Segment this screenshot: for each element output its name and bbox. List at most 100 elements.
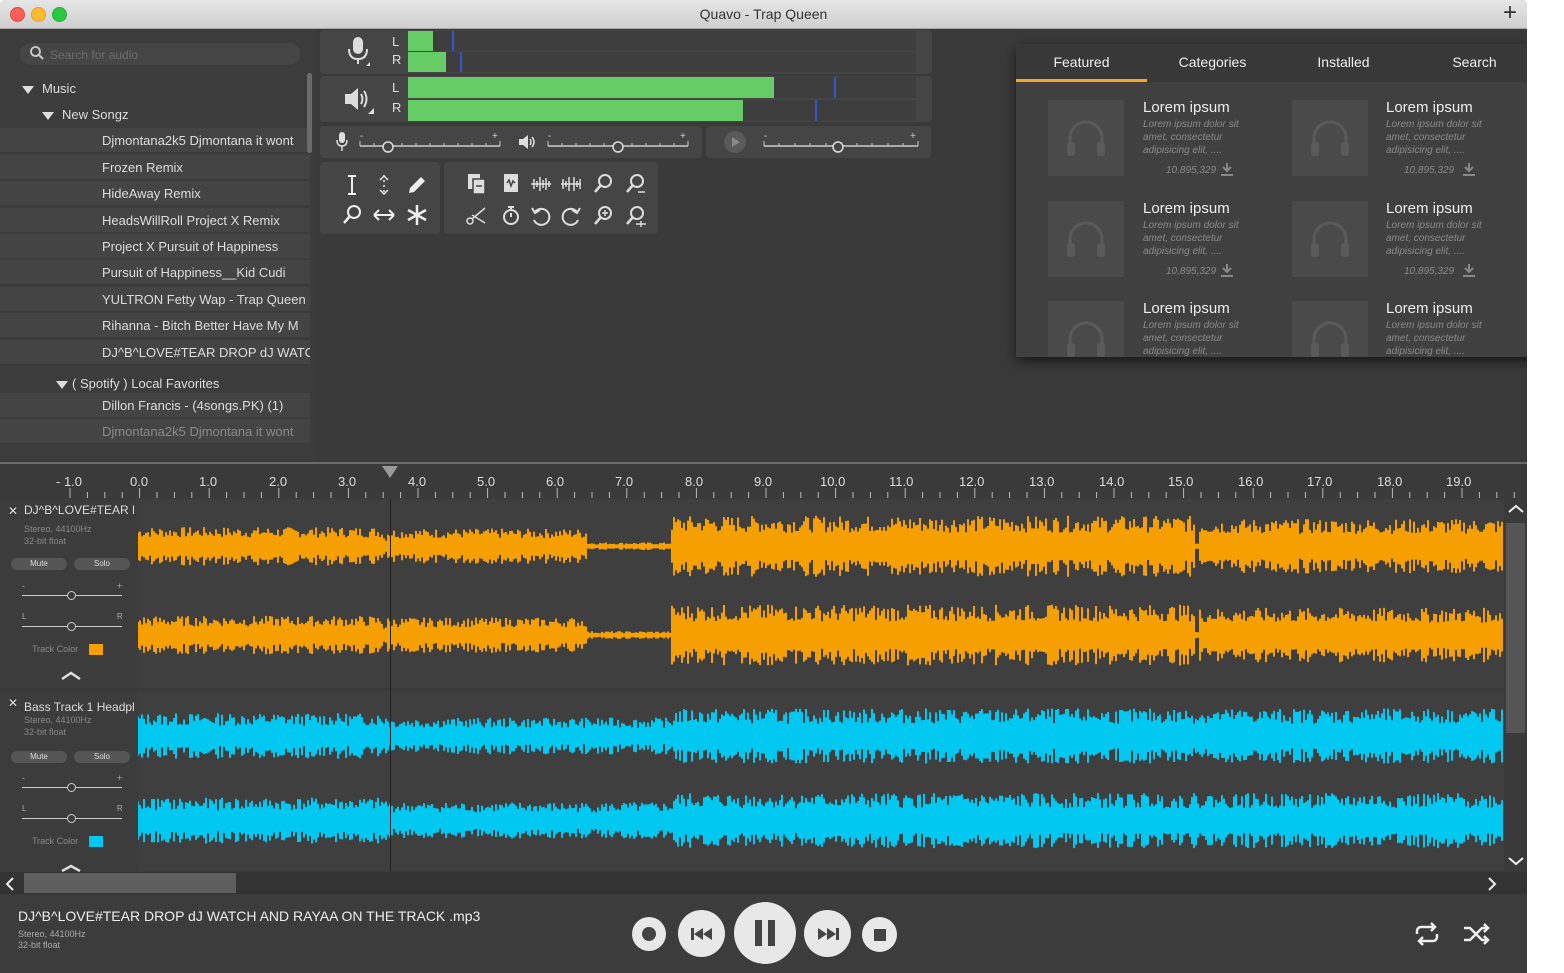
- draw-tool-icon[interactable]: [406, 174, 428, 196]
- pan-knob[interactable]: [67, 622, 76, 631]
- list-item[interactable]: Project X Pursuit of Happiness: [0, 234, 310, 259]
- close-track-icon[interactable]: ✕: [8, 696, 18, 710]
- playback-speed-slider[interactable]: - +: [762, 130, 920, 154]
- track-name[interactable]: Bass Track 1 Headphones: [24, 700, 134, 714]
- list-item[interactable]: Djmontana2k5 Djmontana it wont: [0, 419, 310, 444]
- tracks-vertical-scrollbar[interactable]: [1504, 499, 1527, 871]
- download-icon[interactable]: [1220, 263, 1234, 277]
- list-item[interactable]: HeadsWillRoll Project X Remix: [0, 208, 310, 233]
- shuffle-icon[interactable]: [1462, 922, 1492, 946]
- input-volume-slider[interactable]: - +: [358, 130, 502, 154]
- gain-slider[interactable]: - +: [0, 581, 138, 600]
- redo-icon[interactable]: [560, 204, 582, 228]
- timeline-ruler[interactable]: - 1.0 0.0 1.0 2.0 3.0 4.0 5.0 6.0 7.0 8.…: [0, 462, 1527, 500]
- vertical-scroll-thumb[interactable]: [1506, 523, 1525, 733]
- list-item[interactable]: HideAway Remix: [0, 181, 310, 206]
- mute-button[interactable]: Mute: [11, 558, 67, 570]
- sidebar-scrollbar[interactable]: [307, 73, 312, 153]
- featured-card[interactable]: Lorem ipsum Lorem ipsum dolor sit amet, …: [1048, 99, 1288, 190]
- tab-categories[interactable]: Categories: [1147, 44, 1278, 82]
- waveform-area[interactable]: [138, 499, 1504, 688]
- paste-icon[interactable]: [500, 172, 522, 196]
- download-icon[interactable]: [1462, 263, 1476, 277]
- previous-button[interactable]: [678, 910, 725, 957]
- timer-icon[interactable]: [500, 204, 522, 228]
- featured-card[interactable]: Lorem ipsum Lorem ipsum dolor sit amet, …: [1048, 300, 1288, 357]
- pan-slider[interactable]: L R: [0, 804, 138, 823]
- waveform-area[interactable]: [138, 691, 1504, 871]
- scroll-up-icon[interactable]: [1507, 503, 1525, 515]
- ruler-label: 17.0: [1307, 474, 1333, 489]
- track-name[interactable]: DJ^B^LOVE#TEAR DROP: [24, 503, 134, 517]
- featured-card-list: Lorem ipsum Lorem ipsum dolor sit amet, …: [1016, 82, 1527, 357]
- zoom-in-icon[interactable]: [592, 172, 614, 196]
- pause-button[interactable]: [734, 902, 796, 964]
- undo-icon[interactable]: [530, 204, 552, 228]
- fit-selection-icon[interactable]: [592, 204, 614, 228]
- play-icon[interactable]: [724, 131, 746, 153]
- solo-button[interactable]: Solo: [74, 751, 130, 763]
- expand-triangle-icon[interactable]: [22, 85, 34, 94]
- scroll-left-icon[interactable]: [4, 876, 16, 892]
- track-color-swatch[interactable]: [89, 644, 103, 655]
- search-box[interactable]: [20, 43, 300, 65]
- folder-music[interactable]: Music: [0, 76, 310, 101]
- pan-knob[interactable]: [67, 814, 76, 823]
- list-item[interactable]: YULTRON Fetty Wap - Trap Queen: [0, 287, 310, 312]
- horizontal-scroll-thumb[interactable]: [24, 873, 236, 893]
- microphone-icon[interactable]: [346, 36, 372, 71]
- solo-button[interactable]: Solo: [74, 558, 130, 570]
- download-icon[interactable]: [1462, 162, 1476, 176]
- cut-icon[interactable]: [464, 204, 488, 228]
- list-item[interactable]: Pursuit of Happiness__Kid Cudi: [0, 260, 310, 285]
- timeshift-tool-icon[interactable]: [372, 204, 396, 226]
- next-button[interactable]: [804, 910, 851, 957]
- track-color-swatch[interactable]: [89, 836, 103, 847]
- library-sidebar: Music New Songz Djmontana2k5 Djmontana i…: [0, 29, 317, 461]
- multi-tool-icon[interactable]: [406, 204, 428, 226]
- record-button[interactable]: [632, 917, 666, 951]
- scroll-right-icon[interactable]: [1486, 876, 1498, 892]
- search-input[interactable]: [48, 46, 292, 64]
- gain-slider[interactable]: - +: [0, 773, 138, 792]
- stop-button[interactable]: [862, 917, 897, 952]
- list-item[interactable]: Rihanna - Bitch Better Have My M: [0, 313, 310, 338]
- fit-project-icon[interactable]: [624, 204, 646, 228]
- pan-slider[interactable]: L R: [0, 612, 138, 631]
- zoom-tool-icon[interactable]: [342, 204, 362, 226]
- horizontal-scrollbar[interactable]: [0, 872, 1527, 894]
- featured-card[interactable]: Lorem ipsum Lorem ipsum dolor sit amet, …: [1292, 99, 1527, 190]
- expand-triangle-icon[interactable]: [56, 380, 68, 389]
- expand-triangle-icon[interactable]: [42, 111, 54, 120]
- collapse-track-icon[interactable]: [60, 864, 82, 872]
- featured-card[interactable]: Lorem ipsum Lorem ipsum dolor sit amet, …: [1292, 200, 1527, 291]
- list-item[interactable]: Dillon Francis - (4songs.PK) (1): [0, 393, 310, 418]
- tab-installed[interactable]: Installed: [1278, 44, 1409, 82]
- folder-new-songz[interactable]: New Songz: [0, 102, 310, 127]
- zoom-out-icon[interactable]: [624, 172, 646, 196]
- list-item[interactable]: Frozen Remix: [0, 155, 310, 180]
- tab-search[interactable]: Search: [1409, 44, 1527, 82]
- gain-knob[interactable]: [67, 783, 76, 792]
- collapse-track-icon[interactable]: [60, 671, 82, 681]
- playhead-marker[interactable]: [382, 466, 398, 478]
- gain-knob[interactable]: [67, 591, 76, 600]
- output-volume-slider[interactable]: - +: [546, 130, 690, 154]
- envelope-tool-icon[interactable]: [374, 174, 394, 196]
- download-icon[interactable]: [1220, 162, 1234, 176]
- speaker-icon[interactable]: [342, 84, 374, 119]
- featured-card[interactable]: Lorem ipsum Lorem ipsum dolor sit amet, …: [1292, 300, 1527, 357]
- trim-audio-icon[interactable]: [530, 172, 552, 196]
- selection-tool-icon[interactable]: [342, 174, 362, 196]
- add-icon[interactable]: +: [1503, 1, 1517, 25]
- silence-audio-icon[interactable]: [560, 172, 582, 196]
- list-item[interactable]: DJ^B^LOVE#TEAR DROP dJ WATC: [0, 340, 310, 365]
- featured-card[interactable]: Lorem ipsum Lorem ipsum dolor sit amet, …: [1048, 200, 1288, 291]
- list-item[interactable]: Djmontana2k5 Djmontana it wont: [0, 128, 310, 153]
- tab-featured[interactable]: Featured: [1016, 44, 1147, 82]
- repeat-icon[interactable]: [1413, 922, 1441, 946]
- scroll-down-icon[interactable]: [1507, 855, 1525, 867]
- copy-icon[interactable]: [466, 172, 488, 196]
- close-track-icon[interactable]: ✕: [8, 504, 18, 518]
- mute-button[interactable]: Mute: [11, 751, 67, 763]
